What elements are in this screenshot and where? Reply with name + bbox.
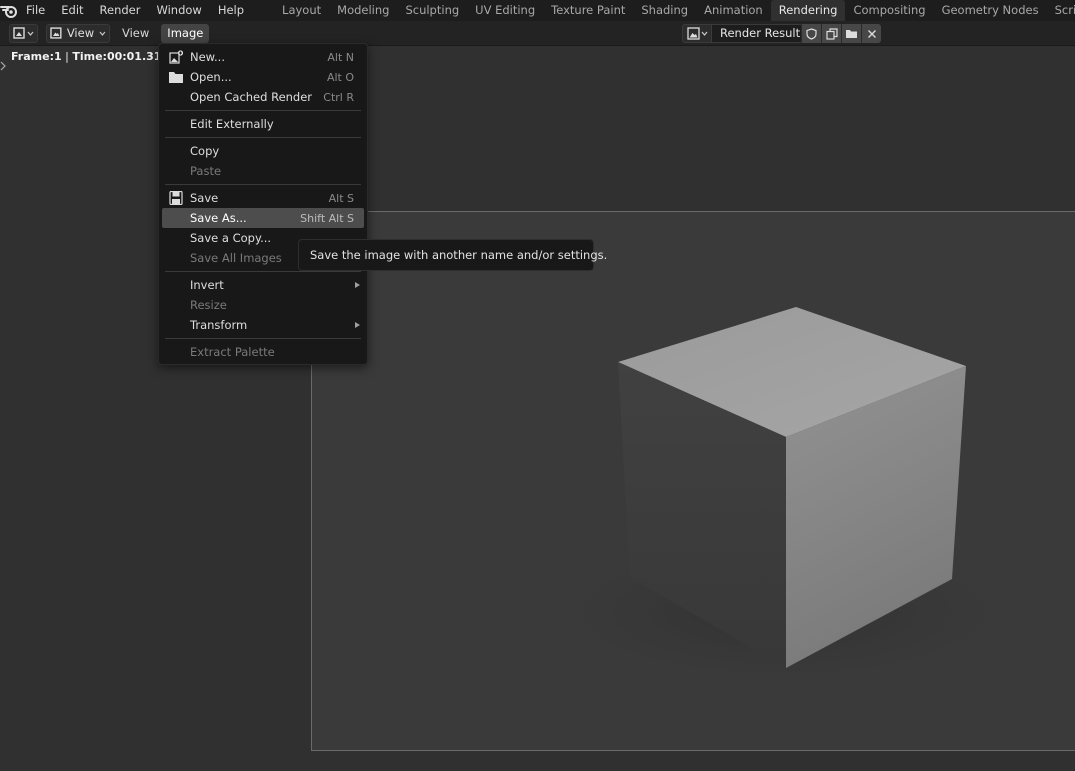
menu-item-label: Save All Images [190,251,282,265]
menu-item-label: New... [190,50,225,64]
folder-icon [846,30,857,38]
menu-item-edit-externally[interactable]: Edit Externally [159,114,367,134]
shortcut-label: Ctrl R [323,90,354,104]
tab-texture-paint[interactable]: Texture Paint [543,0,633,21]
image-browse-button[interactable] [682,24,712,43]
tab-shading[interactable]: Shading [633,0,696,21]
menu-separator [165,184,361,185]
menu-window[interactable]: Window [148,0,209,21]
shortcut-label: Alt S [328,191,354,205]
menu-item-label: Invert [190,278,224,292]
time-label: Time:00:01.31 [72,50,162,63]
duplicate-image-button[interactable] [821,24,841,43]
submenu-arrow-icon [355,322,360,328]
sidebar-expand-arrow-icon[interactable] [0,61,6,71]
header-menu-view[interactable]: View [116,24,155,43]
menu-item-resize: Resize [159,295,367,315]
menu-item-copy[interactable]: Copy [159,141,367,161]
menu-item-save-as[interactable]: Save As... Shift Alt S [162,208,364,228]
menu-item-label: Open... [190,70,232,84]
save-as-tooltip: Save the image with another name and/or … [298,239,607,271]
editor-type-selector[interactable] [9,23,38,43]
menu-item-label: Copy [190,144,220,158]
header-menu-image[interactable]: Image [161,23,210,43]
shortcut-label: Alt N [327,50,354,64]
menu-item-label: Extract Palette [190,345,275,359]
menu-separator [165,137,361,138]
image-datablock-selector: Render Result [682,24,881,43]
shield-icon [806,27,817,40]
image-name-field[interactable]: Render Result [712,24,801,43]
blender-logo-icon[interactable] [0,0,18,21]
image-view-icon [50,27,62,39]
menu-item-label: Paste [190,164,222,178]
shortcut-label: Shift Alt S [300,211,354,225]
menu-item-new[interactable]: New... Alt N [159,47,367,67]
menu-item-invert[interactable]: Invert [159,275,367,295]
chevron-down-icon [701,31,707,36]
unlink-image-button[interactable] [861,24,881,43]
image-icon [686,27,700,40]
menu-item-label: Save As... [190,211,247,225]
blender-window: File Edit Render Window Help Layout Mode… [0,0,1075,771]
tab-rendering[interactable]: Rendering [770,0,846,21]
image-editor-icon [13,27,25,39]
tab-layout[interactable]: Layout [274,0,329,21]
tab-sculpting[interactable]: Sculpting [397,0,467,21]
menu-separator [165,110,361,111]
shortcut-label: Alt O [326,70,354,84]
menu-item-label: Transform [190,318,248,332]
menu-separator [165,338,361,339]
new-image-icon [169,50,184,64]
tab-compositing[interactable]: Compositing [845,0,933,21]
chevron-down-icon [27,31,34,36]
menu-item-paste: Paste [159,161,367,181]
tab-scripting[interactable]: Script [1047,0,1075,21]
rendered-cube-image [522,307,1042,692]
tab-uv-editing[interactable]: UV Editing [467,0,543,21]
menu-item-save[interactable]: Save Alt S [159,188,367,208]
menu-render[interactable]: Render [92,0,149,21]
open-image-button[interactable] [841,24,861,43]
workspace-tabs: Layout Modeling Sculpting UV Editing Tex… [274,0,1075,21]
close-icon [867,29,876,38]
chevron-down-icon [99,31,106,36]
menu-item-open[interactable]: Open... Alt O [159,67,367,87]
menu-item-label: Save [190,191,219,205]
frame-label: Frame:1 [11,50,62,63]
floppy-disk-icon [169,191,183,205]
menu-separator [165,271,361,272]
duplicate-icon [825,27,838,40]
view-mode-select[interactable]: View [46,23,110,43]
menu-edit[interactable]: Edit [53,0,91,21]
menu-item-open-cached-render[interactable]: Open Cached Render Ctrl R [159,87,367,107]
view-mode-label: View [66,26,95,40]
folder-icon [169,72,183,83]
menu-help[interactable]: Help [210,0,252,21]
info-separator-1: | [61,50,73,63]
menu-item-label: Save a Copy... [190,231,272,245]
menu-item-label: Open Cached Render [190,90,313,104]
render-result-canvas[interactable] [311,211,1075,751]
menu-item-label: Edit Externally [190,117,274,131]
menu-item-label: Resize [190,298,227,312]
tab-modeling[interactable]: Modeling [329,0,397,21]
menu-file[interactable]: File [18,0,53,21]
menu-item-transform[interactable]: Transform [159,315,367,335]
tab-geometry-nodes[interactable]: Geometry Nodes [934,0,1047,21]
top-menu-bar: File Edit Render Window Help Layout Mode… [0,0,1075,21]
image-menu-dropdown: New... Alt N Open... Alt O Open Cached R… [158,43,368,365]
menu-item-extract-palette: Extract Palette [159,342,367,362]
submenu-arrow-icon [355,282,360,288]
fake-user-button[interactable] [801,24,821,43]
tab-animation[interactable]: Animation [696,0,771,21]
